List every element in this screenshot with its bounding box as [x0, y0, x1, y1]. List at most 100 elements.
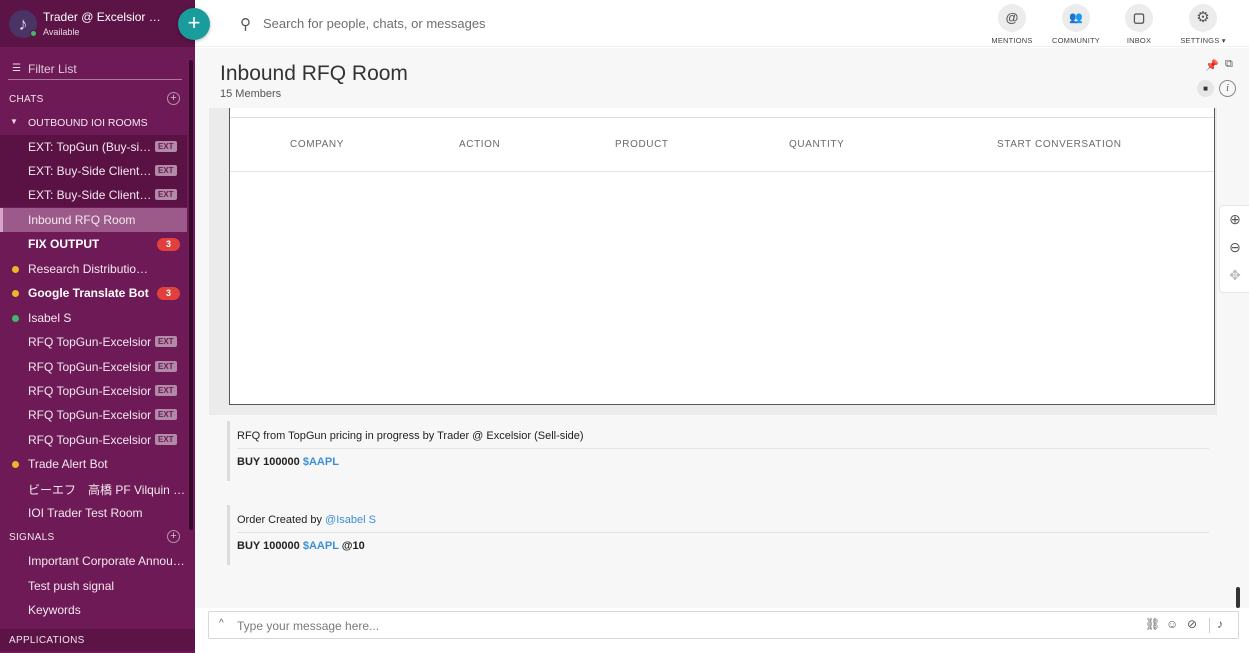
sidebar-item-research-bot[interactable]: Research Distribution Bot: [0, 257, 187, 281]
sidebar-item-inbound-rfq-room[interactable]: Inbound RFQ Room: [0, 208, 187, 232]
ext-badge: EXT: [155, 141, 177, 152]
sidebar-item-label: EXT: Buy-Side Client A (Buy-side): [28, 188, 153, 202]
settings-label: SETTINGS ▾: [1180, 36, 1226, 45]
message-prefix: Order Created by: [237, 514, 326, 526]
message-text: Order Created by @Isabel S: [237, 514, 376, 526]
pin-icon[interactable]: 📌: [1205, 59, 1219, 72]
sidebar-item-label: Trade Alert Bot: [28, 457, 108, 471]
sidebar-item-label: FIX OUTPUT: [28, 237, 100, 251]
sidebar-item-rfq-topgun-1[interactable]: RFQ TopGun-Excelsior EXT: [0, 330, 187, 354]
chat-stream: COMPANY ACTION PRODUCT QUANTITY START CO…: [195, 108, 1249, 608]
ext-badge: EXT: [155, 165, 177, 176]
video-icon[interactable]: ■: [1197, 80, 1214, 97]
new-chat-button[interactable]: +: [178, 8, 210, 40]
inbox-button[interactable]: ▢ INBOX: [1109, 3, 1169, 45]
message-order-line: BUY 100000 $AAPL @10: [237, 540, 365, 552]
mention-link[interactable]: @Isabel S: [325, 514, 376, 526]
sidebar-item-signal-important[interactable]: Important Corporate Annoucements: [0, 549, 187, 573]
sidebar-item-ioi-trader-test-room[interactable]: IOI Trader Test Room: [0, 501, 187, 525]
sidebar-item-ext-client-b[interactable]: EXT: Buy-Side Client B (Buy-side) EXT: [0, 159, 187, 183]
presence-dot: [12, 461, 19, 468]
ext-badge: EXT: [155, 336, 177, 347]
divider: [237, 532, 1209, 533]
ext-badge: EXT: [155, 189, 177, 200]
message-input[interactable]: [237, 617, 1117, 635]
unread-count-badge: 3: [157, 238, 180, 251]
col-start-conversation[interactable]: START CONVERSATION: [997, 139, 1122, 150]
sidebar-item-label: ビーエフ 高橋 PF Vilquin (Buy-side): [28, 483, 186, 497]
sidebar-item-pf-vilquin[interactable]: ビーエフ 高橋 PF Vilquin (Buy-side): [0, 476, 187, 500]
chevron-up-icon[interactable]: ^: [219, 618, 224, 629]
unread-count-badge: 3: [157, 287, 180, 300]
emoji-icon[interactable]: ☺: [1166, 617, 1178, 631]
divider: [1209, 618, 1210, 633]
message-rfq-pricing[interactable]: RFQ from TopGun pricing in progress by T…: [227, 421, 1209, 481]
sidebar-item-label: RFQ TopGun-Excelsior: [28, 384, 152, 398]
link-icon[interactable]: ⛓: [1145, 617, 1160, 631]
info-icon[interactable]: i: [1219, 80, 1236, 97]
sidebar-item-label: EXT: TopGun (Buy-side Client): [28, 140, 153, 154]
user-name: Trader @ Excelsior (Sell-side): [43, 10, 163, 24]
zoom-out-icon[interactable]: ⊖: [1226, 238, 1244, 256]
col-quantity[interactable]: QUANTITY: [789, 139, 844, 150]
sidebar-item-label: IOI Trader Test Room: [28, 506, 143, 520]
sidebar-item-signal-keywords[interactable]: Keywords: [0, 598, 187, 622]
col-product[interactable]: PRODUCT: [615, 139, 669, 150]
popout-icon[interactable]: ⧉: [1225, 58, 1233, 71]
sidebar-item-label: RFQ TopGun-Excelsior: [28, 360, 152, 374]
top-bar: ⚲ @ MENTIONS 👥 COMMUNITY ▢ INBOX ⚙ SETTI…: [195, 0, 1249, 47]
sidebar-item-rfq-topgun-3[interactable]: RFQ TopGun-Excelsior EXT: [0, 379, 187, 403]
ticker-link[interactable]: $AAPL: [303, 540, 339, 552]
settings-button[interactable]: ⚙ SETTINGS ▾: [1173, 3, 1233, 45]
order-text: BUY 100000: [237, 456, 303, 468]
filter-icon: ☰: [12, 63, 21, 74]
sidebar-item-rfq-topgun-5[interactable]: RFQ TopGun-Excelsior EXT: [0, 428, 187, 452]
sidebar-item-rfq-topgun-4[interactable]: RFQ TopGun-Excelsior EXT: [0, 403, 187, 427]
search-icon: ⚲: [240, 16, 251, 33]
add-signal-icon[interactable]: +: [167, 530, 180, 543]
sidebar-item-fix-output[interactable]: FIX OUTPUT 3: [0, 232, 187, 256]
move-icon[interactable]: ✥: [1226, 266, 1244, 284]
music-note-icon[interactable]: ♪: [1217, 617, 1223, 631]
sidebar-item-label: Research Distribution Bot: [28, 262, 153, 276]
sidebar-item-signal-test-push[interactable]: Test push signal: [0, 574, 187, 598]
sidebar-item-label: Isabel S: [28, 311, 72, 325]
message-composer: ^ ⛓ ☺ ⊘ ♪: [208, 611, 1239, 639]
sidebar-item-label: Inbound RFQ Room: [28, 213, 136, 227]
disable-icon[interactable]: ⊘: [1187, 617, 1197, 631]
room-members[interactable]: 15 Members: [220, 88, 281, 100]
user-header[interactable]: ♪ Trader @ Excelsior (Sell-side) Availab…: [0, 0, 195, 47]
mentions-button[interactable]: @ MENTIONS: [982, 3, 1042, 45]
sidebar-item-rfq-topgun-2[interactable]: RFQ TopGun-Excelsior EXT: [0, 355, 187, 379]
group-outbound-ioi-rooms[interactable]: ▼ OUTBOUND IOI ROOMS: [0, 111, 187, 135]
gear-icon: ⚙: [1189, 4, 1217, 32]
presence-dot: [12, 290, 19, 297]
ticker-link[interactable]: $AAPL: [303, 456, 339, 468]
sidebar-item-trade-alert-bot[interactable]: Trade Alert Bot: [0, 452, 187, 476]
message-order-created[interactable]: Order Created by @Isabel S BUY 100000 $A…: [227, 505, 1209, 565]
rfq-grid-container: COMPANY ACTION PRODUCT QUANTITY START CO…: [209, 108, 1217, 415]
col-action[interactable]: ACTION: [459, 139, 500, 150]
community-button[interactable]: 👥 COMMUNITY: [1046, 3, 1106, 45]
search-input[interactable]: [263, 13, 663, 33]
col-company[interactable]: COMPANY: [290, 139, 344, 150]
chat-scrollbar[interactable]: [1236, 587, 1240, 608]
zoom-in-icon[interactable]: ⊕: [1226, 210, 1244, 228]
sidebar-item-ext-client-a[interactable]: EXT: Buy-Side Client A (Buy-side) EXT: [0, 183, 187, 207]
community-icon: 👥: [1062, 4, 1090, 32]
section-applications[interactable]: APPLICATIONS: [0, 629, 195, 651]
sidebar-item-label: Keywords: [28, 603, 81, 617]
order-text: BUY 100000: [237, 540, 303, 552]
section-applications-label: APPLICATIONS: [9, 635, 85, 646]
sidebar-item-isabel-s[interactable]: Isabel S: [0, 306, 187, 330]
add-chat-icon[interactable]: +: [167, 92, 180, 105]
sidebar-item-label: RFQ TopGun-Excelsior: [28, 408, 152, 422]
zoom-controls: ⊕ ⊖ ✥: [1219, 205, 1249, 293]
sidebar-item-ext-topgun[interactable]: EXT: TopGun (Buy-side Client) EXT: [0, 135, 187, 159]
sidebar-scrollbar[interactable]: [189, 60, 193, 530]
sidebar-item-google-translate-bot[interactable]: Google Translate Bot 3: [0, 281, 187, 305]
filter-list[interactable]: ☰ Filter List: [8, 58, 182, 80]
inbox-icon: ▢: [1125, 4, 1153, 32]
ext-badge: EXT: [155, 361, 177, 372]
sidebar-item-label: Google Translate Bot: [28, 286, 149, 300]
